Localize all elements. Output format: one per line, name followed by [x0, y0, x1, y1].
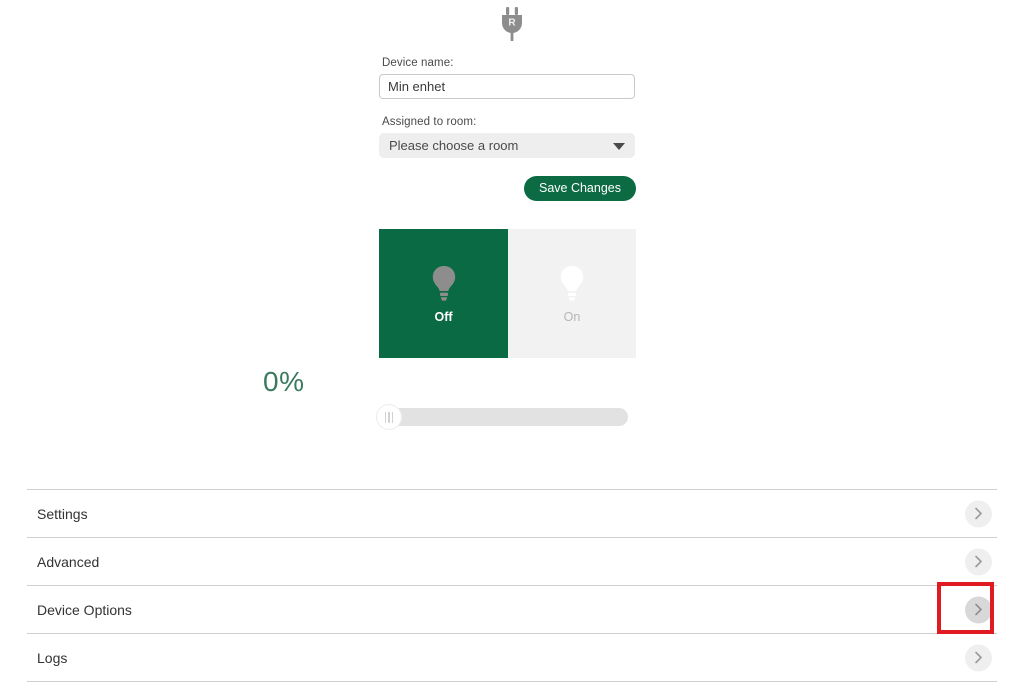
power-on-label: On [563, 309, 581, 324]
assigned-room-label: Assigned to room: [382, 116, 477, 128]
chevron-down-icon [613, 143, 625, 150]
grip-line-icon [388, 411, 390, 423]
accordion-row-device-options[interactable]: Device Options [27, 585, 997, 633]
power-on-tile[interactable]: On [508, 229, 636, 358]
accordion-row-logs[interactable]: Logs [27, 633, 997, 682]
accordion-label: Device Options [37, 601, 132, 618]
lightbulb-icon [560, 265, 584, 301]
save-row: Save Changes [379, 176, 636, 201]
accordion-expand-button[interactable] [965, 644, 992, 671]
accordion-label: Settings [37, 505, 88, 522]
svg-text:R: R [508, 18, 516, 29]
power-off-tile[interactable]: Off [379, 229, 508, 358]
chevron-right-icon [975, 603, 982, 616]
power-toggle: Off On [379, 229, 636, 358]
plug-icon: R [502, 7, 522, 41]
accordion-label: Logs [37, 649, 68, 666]
assigned-room-value: Please choose a room [389, 138, 519, 153]
accordion-expand-button[interactable] [965, 500, 992, 527]
dimmer-slider-knob[interactable] [376, 404, 402, 430]
accordion-label: Advanced [37, 553, 100, 570]
dimmer-slider-track [376, 408, 628, 426]
chevron-right-icon [975, 555, 982, 568]
accordion-expand-button[interactable] [965, 548, 992, 575]
assigned-room-select[interactable]: Please choose a room [379, 133, 635, 158]
chevron-right-icon [975, 507, 982, 520]
save-changes-button[interactable]: Save Changes [523, 176, 636, 201]
device-name-label: Device name: [382, 57, 454, 69]
accordion-expand-button[interactable] [965, 596, 992, 623]
grip-line-icon [391, 411, 394, 423]
grip-line-icon [384, 411, 387, 423]
device-name-input[interactable] [379, 74, 635, 99]
device-form: Device name: Assigned to room: Please ch… [379, 56, 637, 158]
accordion-list: Settings Advanced Device Options Logs [27, 489, 997, 682]
device-icon-header: R [0, 6, 1024, 42]
dimmer-slider[interactable] [376, 404, 628, 430]
accordion-row-advanced[interactable]: Advanced [27, 537, 997, 585]
power-off-label: Off [434, 309, 453, 324]
accordion-row-settings[interactable]: Settings [27, 489, 997, 537]
dimmer-percent-value: 0% [263, 366, 305, 397]
lightbulb-icon [432, 265, 455, 301]
chevron-right-icon [975, 651, 982, 664]
